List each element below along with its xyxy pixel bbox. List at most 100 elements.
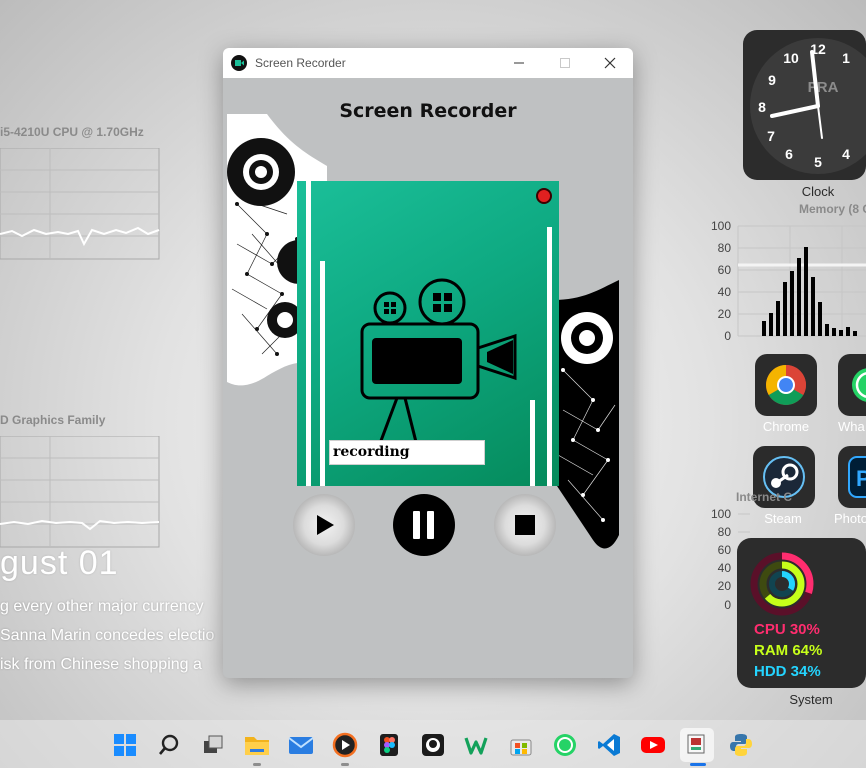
whatsapp-icon: [554, 734, 576, 756]
cpu-usage-graph: [0, 148, 160, 260]
running-indicator: [253, 763, 261, 766]
pause-button[interactable]: [393, 494, 455, 556]
taskbar-whatsapp[interactable]: [548, 728, 582, 762]
vscode-icon: [598, 734, 620, 756]
svg-text:0: 0: [724, 329, 731, 343]
video-camera-icon: [360, 278, 517, 446]
taskbar-vscode[interactable]: [592, 728, 626, 762]
play-icon: [317, 515, 334, 535]
preview-stripe: [530, 400, 535, 486]
photoshop-app-label: Photo: [834, 511, 866, 526]
system-hdd-usage: HDD 34%: [754, 663, 821, 680]
recording-indicator-dot: [536, 188, 552, 204]
taskbar-search-button[interactable]: [152, 728, 186, 762]
analog-clock-face: FRA 12 1 4 5 6 7 8 9 10: [750, 38, 866, 174]
window-titlebar[interactable]: Screen Recorder: [223, 48, 633, 78]
svg-text:P: P: [856, 466, 866, 491]
minimize-button[interactable]: [496, 48, 542, 78]
memory-usage-chart: 100 80 60 40 20 0: [711, 219, 866, 343]
running-indicator: [341, 763, 349, 766]
system-widget-label: System: [789, 692, 833, 707]
photoshop-app-tile[interactable]: P: [838, 446, 866, 508]
minimize-icon: [514, 62, 524, 64]
steam-app-label: Steam: [764, 511, 802, 526]
taskbar-mail[interactable]: [284, 728, 318, 762]
clock-numeral: 1: [842, 50, 850, 66]
play-button[interactable]: [293, 494, 355, 556]
news-headline[interactable]: isk from Chinese shopping a: [0, 656, 202, 674]
clock-numeral: 5: [814, 154, 822, 170]
taskbar-screen-recorder[interactable]: [680, 728, 714, 766]
gears-artwork-right: [553, 280, 619, 549]
internet-widget-title: Internet C: [736, 490, 793, 504]
search-icon: [159, 734, 179, 755]
clock-widget-label: Clock: [801, 184, 835, 199]
svg-text:20: 20: [718, 579, 732, 593]
clock-numeral: 4: [842, 146, 850, 162]
preview-stripe: [320, 261, 325, 486]
folder-icon: [245, 737, 269, 755]
system-widget[interactable]: CPU 30% RAM 64% HDD 34%: [737, 538, 866, 688]
screen-recorder-window[interactable]: Screen Recorder Screen Recorder recordin…: [223, 48, 633, 678]
taskbar-figma[interactable]: [372, 728, 406, 762]
preview-stripe: [547, 227, 552, 486]
svg-text:60: 60: [718, 263, 732, 277]
store-icon: [510, 739, 532, 756]
system-cpu-usage: CPU 30%: [754, 621, 820, 638]
taskbar-youtube[interactable]: [636, 728, 670, 762]
clock-numeral: 8: [758, 99, 766, 115]
news-date: gust 01: [0, 544, 119, 582]
gpu-widget-title: D Graphics Family: [0, 413, 106, 427]
clock-face-text: FRA: [808, 79, 839, 96]
preview-stripe: [306, 181, 311, 486]
system-activity-rings: [750, 552, 814, 616]
taskbar-task-view-button[interactable]: [196, 728, 230, 762]
figma-icon: [380, 734, 398, 756]
taskbar-wps-office[interactable]: [460, 728, 494, 762]
svg-text:20: 20: [718, 307, 732, 321]
stop-icon: [515, 515, 535, 535]
cpu-widget-title: i5-4210U CPU @ 1.70GHz: [0, 125, 144, 139]
svg-text:100: 100: [711, 507, 731, 521]
close-icon: [604, 57, 616, 69]
svg-text:100: 100: [711, 219, 731, 233]
taskbar-start-button[interactable]: [108, 728, 142, 762]
chrome-app-label: Chrome: [762, 419, 810, 434]
recording-status-field[interactable]: recording: [329, 440, 485, 465]
youtube-icon: [641, 737, 665, 753]
taskbar-python[interactable]: [724, 728, 758, 762]
news-headline[interactable]: Sanna Marin concedes electio: [0, 627, 214, 645]
maximize-icon: [560, 58, 570, 68]
whatsapp-app-label: Wha: [838, 419, 865, 434]
clock-numeral: 9: [768, 72, 776, 88]
screen-recorder-icon: [687, 734, 705, 754]
taskbar-github[interactable]: [416, 728, 450, 762]
clock-numeral: 7: [767, 128, 775, 144]
window-title: Screen Recorder: [255, 56, 346, 70]
wps-office-icon: [464, 737, 488, 755]
close-button[interactable]: [587, 48, 633, 78]
taskbar-media-player[interactable]: [328, 728, 362, 766]
running-indicator: [690, 763, 706, 766]
whatsapp-icon: [852, 368, 866, 402]
mail-icon: [288, 737, 314, 754]
taskbar: [0, 720, 866, 768]
whatsapp-app-tile[interactable]: [838, 354, 866, 416]
screen-recorder-app-icon: [231, 55, 247, 71]
photoshop-icon: P: [848, 456, 866, 498]
python-icon: [730, 734, 752, 756]
taskbar-store[interactable]: [504, 728, 538, 762]
system-ram-usage: RAM 64%: [754, 642, 823, 659]
memory-widget-title: Memory (8 G: [799, 202, 866, 216]
svg-text:0: 0: [724, 598, 731, 612]
stop-button[interactable]: [494, 494, 556, 556]
recording-preview: recording: [297, 181, 559, 486]
chrome-app-tile[interactable]: [755, 354, 817, 416]
news-headline[interactable]: g every other major currency: [0, 598, 204, 616]
svg-text:80: 80: [718, 241, 732, 255]
clock-widget[interactable]: FRA 12 1 4 5 6 7 8 9 10: [743, 30, 866, 180]
media-player-icon: [332, 732, 358, 758]
svg-text:40: 40: [718, 285, 732, 299]
taskbar-file-explorer[interactable]: [240, 728, 274, 766]
maximize-button[interactable]: [542, 48, 588, 78]
